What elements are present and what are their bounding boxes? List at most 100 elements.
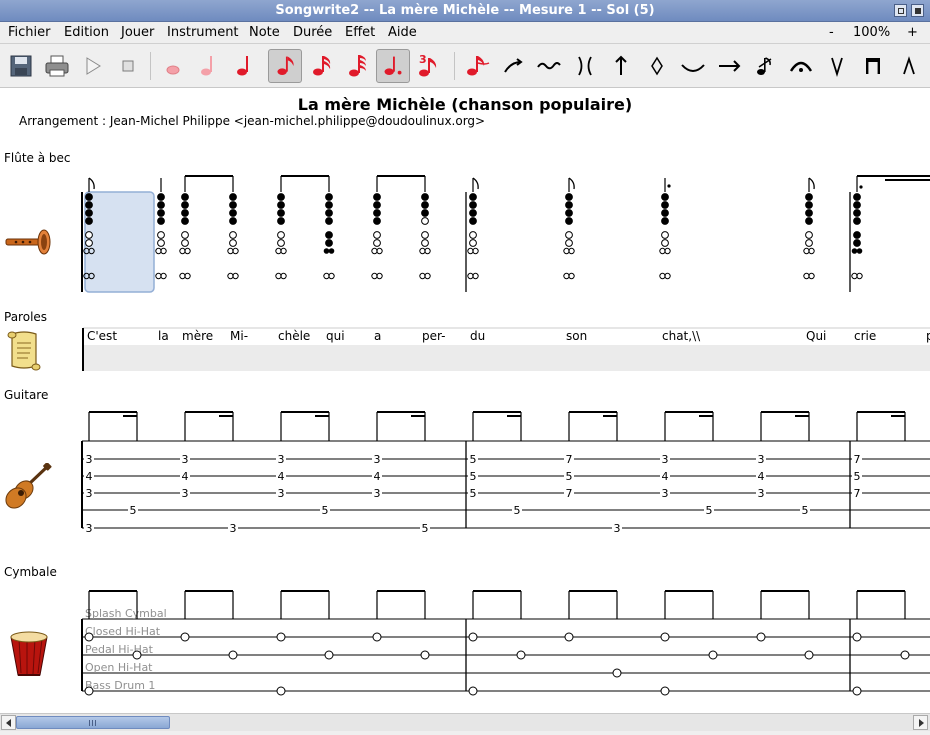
tab-fret-number: 7: [566, 487, 573, 500]
flute-hole-closed: [661, 201, 669, 209]
flute-hole-closed: [181, 193, 189, 201]
eighth-note-icon: [277, 56, 294, 75]
tab-fret-number: 5: [854, 470, 861, 483]
zoom-in-button[interactable]: +: [907, 25, 918, 40]
flute-hole-open: [805, 239, 813, 247]
flute-flag: [88, 177, 95, 190]
flute-hole-closed: [853, 201, 861, 209]
drum-hit: [468, 686, 478, 696]
flute-hole-closed: [277, 201, 285, 209]
menu-instrument[interactable]: Instrument: [167, 25, 239, 40]
drum-hit: [324, 650, 334, 660]
drum-hit: [660, 686, 670, 696]
flute-hole-closed: [325, 239, 333, 247]
flute-hole-double-closed: [328, 248, 335, 254]
toolbar-separator: [150, 52, 151, 80]
drum-hit: [612, 668, 622, 678]
flute-hole-closed: [805, 193, 813, 201]
flute-hole-open: [565, 239, 573, 247]
tab-fret-number: 4: [758, 470, 765, 483]
menu-aide[interactable]: Aide: [388, 25, 417, 40]
scrollbar-thumb[interactable]: [16, 716, 170, 729]
arrow-right-icon: [719, 60, 741, 72]
tab-fret-number: 4: [278, 470, 285, 483]
close-button[interactable]: [911, 4, 924, 17]
lyrics-word: crie: [854, 329, 876, 343]
save-button[interactable]: [4, 49, 38, 83]
harmonic-diamond-icon: [651, 56, 663, 76]
flute-hole-open: [181, 231, 189, 239]
triplet-button[interactable]: 3: [410, 49, 444, 83]
title-bar: Songwrite2 -- La mère Michèle -- Mesure …: [0, 0, 930, 22]
flute-hole-closed: [853, 193, 861, 201]
tab-fret-number: 5: [514, 504, 521, 517]
flute-hole-closed: [181, 209, 189, 217]
down-stroke-button[interactable]: [856, 49, 890, 83]
drum-hit: [84, 632, 94, 642]
flute-hole-closed: [421, 209, 429, 217]
hammer-button[interactable]: [712, 49, 746, 83]
scroll-right-button[interactable]: [913, 715, 928, 730]
duration-quarter-button[interactable]: [228, 49, 262, 83]
vibrato-button[interactable]: [532, 49, 566, 83]
flute-hole-closed: [469, 201, 477, 209]
legato-button[interactable]: [676, 49, 710, 83]
minimize-button[interactable]: [894, 4, 907, 17]
accent-button[interactable]: [892, 49, 926, 83]
flute-hole-closed: [325, 193, 333, 201]
quarter-note-icon: [237, 56, 248, 76]
duration-32nd-button[interactable]: [340, 49, 374, 83]
slide-button[interactable]: [496, 49, 530, 83]
drum-hit: [708, 650, 718, 660]
duration-eighth-button[interactable]: [268, 49, 302, 83]
flute-flag: [472, 177, 479, 190]
flute-hole-open: [565, 231, 573, 239]
menu-effet[interactable]: Effet: [345, 25, 375, 40]
grace-note-button[interactable]: [748, 49, 782, 83]
lyrics-word: p: [926, 329, 930, 343]
flute-hole-open: [277, 231, 285, 239]
up-stroke-button[interactable]: [820, 49, 854, 83]
flute-hole-closed: [565, 201, 573, 209]
tab-fret-number: 3: [182, 453, 189, 466]
menu-jouer[interactable]: Jouer: [121, 25, 154, 40]
scroll-left-button[interactable]: [1, 715, 16, 730]
play-button[interactable]: [76, 49, 110, 83]
flute-dot: [859, 185, 863, 189]
tab-fret-number: 3: [614, 522, 621, 535]
flute-hole-open: [85, 231, 93, 239]
menu-note[interactable]: Note: [249, 25, 280, 40]
fermata-button[interactable]: [784, 49, 818, 83]
arrow-up-icon: [615, 55, 627, 75]
tab-fret-number: 3: [182, 487, 189, 500]
arrow-right-icon: [919, 719, 924, 727]
tied-note-button[interactable]: [459, 49, 493, 83]
window-bottom-border: [0, 731, 930, 735]
drum-hit: [564, 632, 574, 642]
menu-fichier[interactable]: Fichier: [8, 25, 51, 40]
menu-duree[interactable]: Durée: [293, 25, 332, 40]
duration-sixteenth-button[interactable]: [304, 49, 338, 83]
zoom-out-button[interactable]: -: [829, 25, 834, 40]
drum-hit: [852, 686, 862, 696]
menu-edition[interactable]: Edition: [64, 25, 109, 40]
up-bow-icon: [831, 57, 843, 78]
print-button[interactable]: [40, 49, 74, 83]
grace-note-icon: [757, 57, 772, 75]
tied-note-icon: [467, 56, 490, 76]
duration-half-button[interactable]: [192, 49, 226, 83]
duration-whole-button[interactable]: [156, 49, 190, 83]
dead-note-button[interactable]: [568, 49, 602, 83]
dotted-button[interactable]: [376, 49, 410, 83]
flute-hole-closed: [421, 193, 429, 201]
stop-button[interactable]: [111, 49, 145, 83]
horizontal-scrollbar[interactable]: [0, 713, 930, 731]
flute-hole-closed: [277, 217, 285, 225]
bend-button[interactable]: [604, 49, 638, 83]
harmonic-button[interactable]: [640, 49, 674, 83]
flute-hole-open: [229, 231, 237, 239]
tab-fret-number: 7: [854, 453, 861, 466]
tab-fret-number: 5: [566, 470, 573, 483]
close-icon: [915, 8, 921, 14]
flute-hole-open: [157, 239, 165, 247]
